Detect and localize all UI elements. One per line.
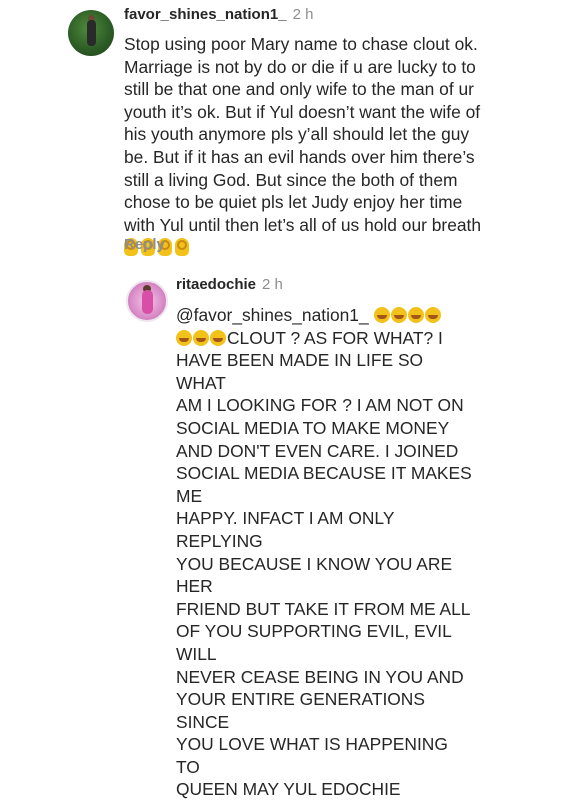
comment-username[interactable]: ritaedochie 2 h bbox=[176, 276, 283, 293]
comment-line: chose to be quiet pls let Judy enjoy her… bbox=[124, 192, 463, 213]
reply-button[interactable]: Reply bbox=[124, 236, 165, 253]
comment-line: YOUR ENTIRE GENERATIONS SINCE bbox=[176, 689, 425, 732]
avatar[interactable] bbox=[126, 280, 168, 322]
comment-line: AND DON'T EVEN CARE. I JOINED bbox=[176, 440, 459, 461]
comment-line: FRIEND BUT TAKE IT FROM ME ALL bbox=[176, 598, 471, 619]
comment-line: with Yul until then let’s all of us hold… bbox=[124, 214, 482, 235]
comment-time: 2 h bbox=[292, 6, 314, 23]
username-text[interactable]: favor_shines_nation1_ bbox=[124, 6, 287, 23]
comment-line: be. But if it has an evil hands over him… bbox=[124, 146, 475, 167]
comment-line: HAPPY. INFACT I AM ONLY REPLYING bbox=[176, 508, 395, 551]
comment-time: 2 h bbox=[262, 276, 283, 293]
comment-line-text: CLOUT ? AS FOR WHAT? I bbox=[227, 327, 443, 348]
comment-text: Stop using poor Mary name to chase clout… bbox=[124, 33, 564, 259]
comment-line: OF YOU SUPPORTING EVIL, EVIL WILL bbox=[176, 621, 452, 664]
comment-line: HAVE BEEN MADE IN LIFE SO WHAT bbox=[176, 350, 424, 393]
mention-link[interactable]: @favor_shines_nation1_ bbox=[176, 305, 369, 325]
laughing-emoji-icon bbox=[176, 329, 192, 346]
comment-line: SOCIAL MEDIA BECAUSE IT MAKES ME bbox=[176, 463, 472, 506]
comment-line: YOU LOVE WHAT IS HAPPENING TO bbox=[176, 734, 448, 777]
username-text[interactable]: ritaedochie bbox=[176, 276, 256, 293]
avatar[interactable] bbox=[68, 10, 114, 56]
laughing-emoji-icon bbox=[193, 329, 209, 346]
ok-hand-emoji-icon bbox=[175, 238, 189, 257]
laughing-emoji-icon bbox=[424, 307, 441, 323]
comment-line: SOCIAL MEDIA TO MAKE MONEY bbox=[176, 417, 450, 438]
mention-line: @favor_shines_nation1_ bbox=[176, 304, 476, 327]
laughing-emoji-icon bbox=[407, 307, 424, 323]
comment-line: QUEEN MAY YUL EDOCHIE bbox=[176, 779, 401, 800]
laughing-emoji-icon bbox=[390, 307, 407, 323]
comment-line: youth it’s ok. But if Yul doesn’t want t… bbox=[124, 101, 481, 122]
comment-line: AM I LOOKING FOR ? I AM NOT ON bbox=[176, 395, 464, 416]
comment-line: Marriage is not by do or die if u are lu… bbox=[124, 56, 476, 77]
comment-line: Stop using poor Mary name to chase clout… bbox=[124, 34, 478, 54]
comment-line: still a living God. But since the both o… bbox=[124, 169, 458, 190]
laughing-emoji-icon bbox=[373, 307, 390, 323]
comment-line: still be that one and only wife to the m… bbox=[124, 79, 474, 100]
comment-line: his youth anymore pls y’all should let t… bbox=[124, 124, 470, 145]
laughing-emoji-icon bbox=[210, 329, 226, 346]
comment-line: NEVER CEASE BEING IN YOU AND bbox=[176, 666, 464, 687]
comment-text: @favor_shines_nation1_ CLOUT ? AS FOR WH… bbox=[176, 304, 476, 801]
comment-line: CLOUT ? AS FOR WHAT? I bbox=[176, 327, 476, 350]
comment-line: YOU BECAUSE I KNOW YOU ARE HER bbox=[176, 553, 453, 597]
comment-username[interactable]: favor_shines_nation1_ 2 h bbox=[124, 6, 313, 23]
ok-hand-emoji-row bbox=[124, 236, 564, 259]
